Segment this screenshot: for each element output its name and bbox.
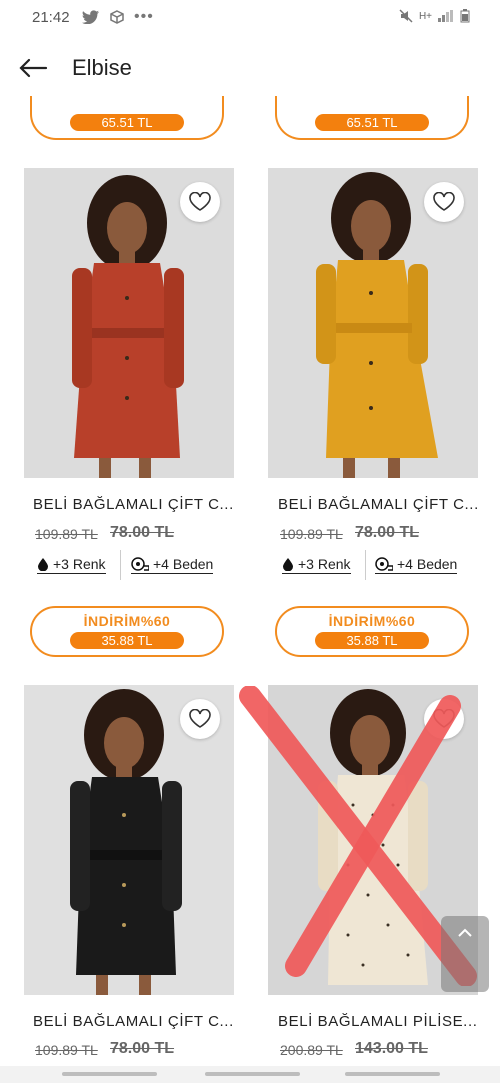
status-time: 21:42 — [32, 9, 70, 26]
twitter-icon — [82, 10, 99, 24]
heart-icon — [189, 709, 211, 728]
old-price: 109.89 TL — [280, 526, 343, 542]
box-icon — [110, 10, 124, 24]
strike-price: 78.00 TL — [355, 524, 420, 541]
network-type: H+ — [418, 10, 432, 22]
scroll-to-top-button[interactable] — [441, 916, 489, 992]
strike-price: 78.00 TL — [110, 524, 175, 541]
product-name[interactable]: BELİ BAĞLAMALI PİLİSE... — [278, 1013, 477, 1030]
discount-price: 35.88 TL — [315, 632, 429, 649]
app-bar: Elbise — [0, 40, 500, 96]
system-nav-bar — [0, 1066, 500, 1083]
discount-label: İNDİRİM%60 — [83, 613, 171, 629]
heart-icon — [433, 192, 455, 211]
more-icon: ••• — [134, 8, 154, 25]
discount-price: 65.51 TL — [315, 114, 429, 131]
battery-icon — [460, 9, 470, 23]
product-image[interactable] — [268, 168, 478, 478]
discount-badge[interactable]: 65.51 TL — [30, 96, 224, 140]
size-options[interactable]: +4 Beden — [375, 556, 458, 574]
signal-icon — [438, 10, 453, 22]
product-name[interactable]: BELİ BAĞLAMALI ÇİFT C... — [278, 496, 479, 513]
divider — [365, 550, 366, 580]
favorite-button[interactable] — [180, 699, 220, 739]
discount-price: 65.51 TL — [70, 114, 184, 131]
product-name[interactable]: BELİ BAĞLAMALI ÇİFT C... — [33, 496, 234, 513]
size-options[interactable]: +4 Beden — [131, 556, 214, 574]
discount-badge[interactable]: İNDİRİM%60 35.88 TL — [275, 606, 469, 657]
discount-label: İNDİRİM%60 — [328, 613, 416, 629]
old-price: 109.89 TL — [35, 1042, 98, 1058]
tape-measure-icon — [375, 557, 393, 571]
color-options[interactable]: +3 Renk — [37, 556, 106, 574]
product-image[interactable] — [24, 685, 234, 995]
nav-back-indicator[interactable] — [345, 1072, 440, 1076]
old-price: 200.89 TL — [280, 1042, 343, 1058]
old-price: 109.89 TL — [35, 526, 98, 542]
product-image[interactable] — [24, 168, 234, 478]
tape-measure-icon — [131, 557, 149, 571]
discount-badge[interactable]: İNDİRİM%60 35.88 TL — [30, 606, 224, 657]
status-bar: 21:42 ••• H+ — [0, 0, 500, 34]
nav-home-indicator[interactable] — [205, 1072, 300, 1076]
mute-icon — [399, 9, 413, 23]
back-arrow-icon[interactable] — [18, 56, 48, 80]
product-grid[interactable]: 65.51 TL 65.51 TL BELİ BAĞLAMALI ÇİFT C.… — [0, 96, 500, 1066]
favorite-button[interactable] — [180, 182, 220, 222]
strike-price: 78.00 TL — [110, 1040, 175, 1057]
color-count: +3 Renk — [298, 556, 351, 572]
heart-icon — [189, 192, 211, 211]
size-count: +4 Beden — [153, 556, 214, 572]
size-count: +4 Beden — [397, 556, 458, 572]
discount-badge[interactable]: 65.51 TL — [275, 96, 469, 140]
product-name[interactable]: BELİ BAĞLAMALI ÇİFT C... — [33, 1013, 234, 1030]
strike-price: 143.00 TL — [355, 1040, 428, 1057]
favorite-button[interactable] — [424, 182, 464, 222]
drop-icon — [38, 558, 48, 571]
drop-icon — [283, 558, 293, 571]
color-options[interactable]: +3 Renk — [282, 556, 351, 574]
page-title: Elbise — [72, 55, 132, 80]
nav-recents-indicator[interactable] — [62, 1072, 157, 1076]
chevron-up-icon — [458, 928, 472, 937]
discount-price: 35.88 TL — [70, 632, 184, 649]
divider — [120, 550, 121, 580]
color-count: +3 Renk — [53, 556, 106, 572]
